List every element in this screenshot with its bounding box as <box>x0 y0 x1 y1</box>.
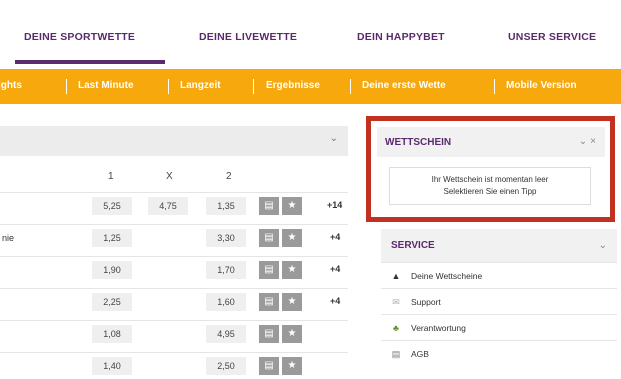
agb-icon: ▤ <box>391 349 401 359</box>
subnav-divider <box>494 79 495 94</box>
service-panel: SERVICE ⌄ ▲ Deine Wettscheine ✉ Support … <box>381 229 617 378</box>
odds-row: 1,40 2,50 ▤ ★ <box>0 352 348 379</box>
odds-panel: ⌄ 1 X 2 5,25 4,75 1,35 ▤ ★ +14 nie 1,25 … <box>0 126 348 378</box>
star-icon[interactable]: ★ <box>282 261 302 279</box>
service-item-support[interactable]: ✉ Support <box>381 288 617 315</box>
star-icon[interactable]: ★ <box>282 357 302 375</box>
odd-x-button[interactable]: 4,75 <box>148 197 188 215</box>
more-bets-link[interactable]: +4 <box>330 296 340 306</box>
odd-2-button[interactable]: 2,50 <box>206 357 246 375</box>
odds-row: 5,25 4,75 1,35 ▤ ★ +14 <box>0 192 348 219</box>
subnav-divider <box>168 79 169 94</box>
subnav-ergebnisse[interactable]: Ergebnisse <box>266 80 320 91</box>
column-header-x: X <box>166 171 173 182</box>
service-item-wettscheine[interactable]: ▲ Deine Wettscheine <box>381 262 617 289</box>
odds-row: nie 1,25 3,30 ▤ ★ +4 <box>0 224 348 251</box>
odd-1-button[interactable]: 2,25 <box>92 293 132 311</box>
service-header: SERVICE ⌄ <box>381 229 617 262</box>
service-item-label: Verantwortung <box>411 323 466 333</box>
nav-deine-sportwette[interactable]: DEINE SPORTWETTE <box>24 31 135 43</box>
odds-panel-header: ⌄ <box>0 126 348 156</box>
wettschein-message-line: Ihr Wettschein ist momentan leer <box>431 175 549 184</box>
nav-unser-service[interactable]: UNSER SERVICE <box>508 31 596 43</box>
wettschein-empty-message: Ihr Wettschein ist momentan leer Selekti… <box>389 167 591 205</box>
odd-1-button[interactable]: 5,25 <box>92 197 132 215</box>
sub-navigation: ights Last Minute Langzeit Ergebnisse De… <box>0 69 621 104</box>
odd-1-button[interactable]: 1,25 <box>92 229 132 247</box>
chevron-down-icon[interactable]: ⌄ <box>579 136 590 147</box>
verantwortung-icon: ♣ <box>393 323 399 333</box>
nav-dein-happybet[interactable]: DEIN HAPPYBET <box>357 31 445 43</box>
close-icon[interactable]: × <box>590 136 599 147</box>
subnav-highlights[interactable]: ights <box>0 80 22 91</box>
wettschein-header: WETTSCHEIN ⌄× <box>377 127 605 157</box>
support-icon: ✉ <box>392 297 400 307</box>
stats-icon[interactable]: ▤ <box>259 229 279 247</box>
subnav-langzeit[interactable]: Langzeit <box>180 80 221 91</box>
subnav-divider <box>253 79 254 94</box>
more-bets-link[interactable]: +4 <box>330 264 340 274</box>
event-label: nie <box>2 233 15 243</box>
stats-icon[interactable]: ▤ <box>259 325 279 343</box>
odds-row: 1,90 1,70 ▤ ★ +4 <box>0 256 348 283</box>
service-item-label: Deine Wettscheine <box>411 271 483 281</box>
column-header-2: 2 <box>226 171 232 182</box>
chevron-down-icon[interactable]: ⌄ <box>599 240 607 251</box>
odd-2-button[interactable]: 1,35 <box>206 197 246 215</box>
odd-2-button[interactable]: 1,60 <box>206 293 246 311</box>
stats-icon[interactable]: ▤ <box>259 357 279 375</box>
odd-1-button[interactable]: 1,08 <box>92 325 132 343</box>
wettschein-message-line: Selektieren Sie einen Tipp <box>443 187 537 196</box>
subnav-deine-erste-wette[interactable]: Deine erste Wette <box>362 80 446 91</box>
odd-1-button[interactable]: 1,40 <box>92 357 132 375</box>
wettschein-title: WETTSCHEIN <box>385 137 452 148</box>
subnav-divider <box>350 79 351 94</box>
service-item-agb[interactable]: ▤ AGB <box>381 340 617 367</box>
star-icon[interactable]: ★ <box>282 325 302 343</box>
odd-2-button[interactable]: 4,95 <box>206 325 246 343</box>
star-icon[interactable]: ★ <box>282 197 302 215</box>
column-header-1: 1 <box>108 171 114 182</box>
subnav-divider <box>66 79 67 94</box>
odd-2-button[interactable]: 1,70 <box>206 261 246 279</box>
more-bets-link[interactable]: +4 <box>330 232 340 242</box>
service-item-label: Support <box>411 297 441 307</box>
stats-icon[interactable]: ▤ <box>259 293 279 311</box>
star-icon[interactable]: ★ <box>282 229 302 247</box>
odds-row: 2,25 1,60 ▤ ★ +4 <box>0 288 348 315</box>
service-item-verantwortung[interactable]: ♣ Verantwortung <box>381 314 617 341</box>
star-icon[interactable]: ★ <box>282 293 302 311</box>
wettschein-controls: ⌄× <box>579 136 599 147</box>
stats-icon[interactable]: ▤ <box>259 261 279 279</box>
more-bets-link[interactable]: +14 <box>327 200 342 210</box>
nav-deine-livewette[interactable]: DEINE LIVEWETTE <box>199 31 297 43</box>
wettschein-panel: WETTSCHEIN ⌄× Ihr Wettschein ist momenta… <box>366 116 615 222</box>
active-nav-indicator <box>15 60 165 64</box>
chevron-down-icon[interactable]: ⌄ <box>330 133 338 144</box>
stats-icon[interactable]: ▤ <box>259 197 279 215</box>
service-item-label: AGB <box>411 349 429 359</box>
odd-2-button[interactable]: 3,30 <box>206 229 246 247</box>
service-title: SERVICE <box>391 240 435 251</box>
wettscheine-icon: ▲ <box>391 271 401 281</box>
subnav-mobile-version[interactable]: Mobile Version <box>506 80 577 91</box>
odds-row: 1,08 4,95 ▤ ★ <box>0 320 348 347</box>
odd-1-button[interactable]: 1,90 <box>92 261 132 279</box>
subnav-last-minute[interactable]: Last Minute <box>78 80 134 91</box>
main-navigation: DEINE SPORTWETTE DEINE LIVEWETTE DEIN HA… <box>0 0 621 66</box>
